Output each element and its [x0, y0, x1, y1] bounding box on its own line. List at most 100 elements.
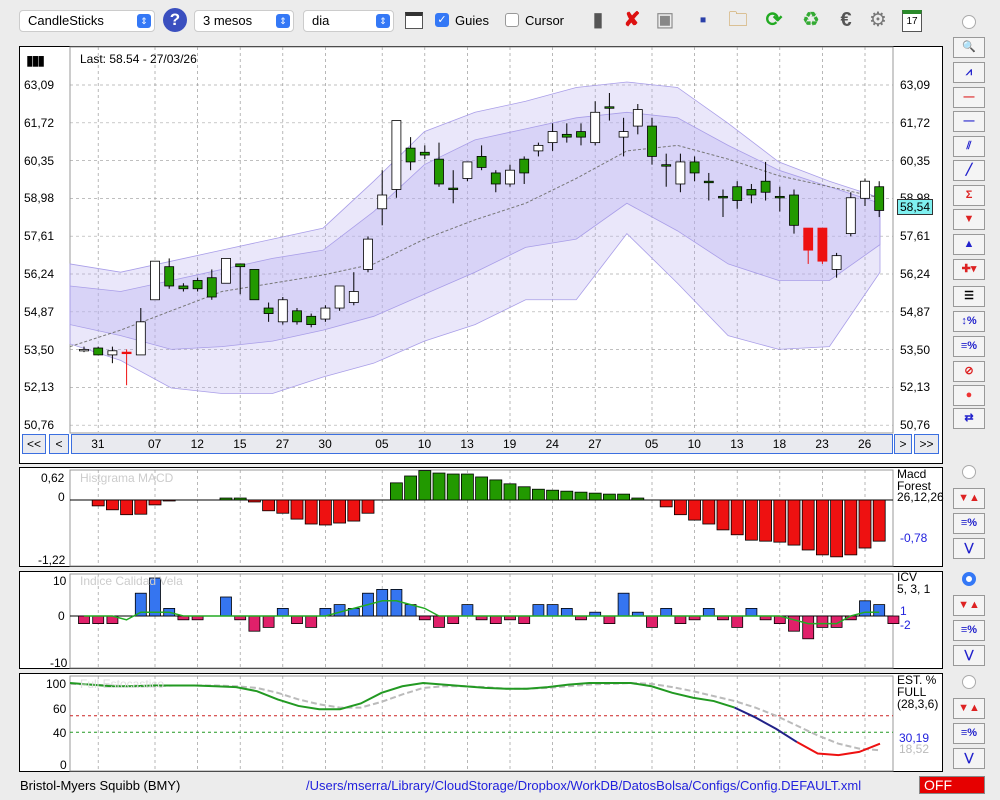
add-signal-icon[interactable]: ✚▾ — [953, 259, 985, 280]
bars-icon: ▮▮▮ — [26, 52, 45, 68]
lines-percent-icon[interactable]: ≡% — [953, 513, 985, 534]
macd-bar — [134, 499, 148, 515]
macd-bar — [233, 497, 247, 501]
candle — [604, 106, 615, 109]
off-toggle[interactable]: OFF — [919, 776, 985, 794]
icv-min-label: -10 — [50, 656, 68, 670]
fibonacci-icon[interactable]: Σ — [953, 185, 985, 206]
nav-first-button[interactable]: << — [22, 434, 46, 454]
indicator-icon[interactable]: ⩘ — [953, 62, 985, 83]
price-axis-label: 54,87 — [900, 304, 931, 319]
grid-lines-icon[interactable]: ☰ — [953, 286, 985, 307]
price-axis-label: 56,24 — [900, 267, 931, 281]
macd-min-label: -1,22 — [38, 553, 66, 567]
stoch-title: Full Estocastico — [80, 677, 165, 691]
stoch-tick: 100 — [46, 677, 67, 691]
swap-icon[interactable]: ⇄ — [953, 408, 985, 429]
price-axis-label: 60,35 — [24, 153, 55, 168]
date-label: 27 — [275, 437, 290, 451]
candle — [561, 133, 572, 138]
zoom-icon[interactable]: 🔍 — [953, 37, 985, 58]
price-axis-label: 61,72 — [900, 115, 931, 130]
signal-arrows-icon[interactable]: ▼▲ — [953, 488, 985, 509]
macd-bar — [247, 499, 261, 503]
candle — [845, 197, 856, 235]
icv-bar — [873, 604, 886, 617]
icv-bar — [887, 615, 900, 624]
plot-border — [69, 573, 894, 669]
no-entry-icon[interactable]: ⊘ — [953, 361, 985, 382]
trend-line-icon[interactable]: ╱ — [953, 160, 985, 181]
nav-prev-button[interactable]: < — [49, 434, 69, 454]
macd-bar — [560, 490, 574, 501]
candle — [320, 307, 331, 320]
buy-arrow-icon[interactable]: ▲ — [953, 234, 985, 255]
candle — [306, 315, 317, 325]
candle — [249, 269, 260, 301]
price-axis-label: 57,61 — [24, 229, 55, 244]
candle — [263, 307, 274, 314]
config-path[interactable]: /Users/mserra/Library/CloudStorage/Dropb… — [306, 778, 861, 793]
candle — [206, 277, 217, 298]
stoch-tick: 60 — [53, 702, 67, 716]
icv-bar — [220, 596, 232, 617]
macd-bar — [148, 499, 162, 506]
candle — [547, 131, 558, 144]
signal-arrows-icon[interactable]: ▼▲ — [953, 595, 985, 616]
macd-bar — [844, 499, 858, 556]
sell-arrow-icon[interactable]: ▼ — [953, 209, 985, 230]
macd-bar — [318, 499, 332, 526]
scale-percent-icon[interactable]: ↕% — [953, 311, 985, 332]
candle — [107, 350, 118, 356]
candle — [661, 164, 672, 167]
date-label: 10 — [687, 437, 701, 451]
panel-select-radio[interactable] — [962, 572, 976, 586]
candle — [618, 131, 629, 138]
macd-bar — [745, 499, 758, 541]
candle — [277, 299, 288, 323]
price-axis-label: 63,09 — [900, 78, 931, 92]
macd-bar — [162, 499, 176, 502]
price-axis-label: 53,50 — [24, 342, 55, 357]
horizontal-blue-line-icon[interactable]: — — [953, 111, 985, 132]
macd-bar — [347, 499, 361, 522]
date-label: 27 — [588, 437, 602, 451]
record-icon[interactable]: ● — [953, 385, 985, 406]
candle — [150, 260, 160, 301]
channel-icon[interactable]: ⫽ — [953, 136, 985, 157]
candle — [533, 144, 544, 152]
icv-bar — [674, 615, 687, 624]
lines-percent-icon[interactable]: ≡% — [953, 723, 985, 744]
macd-bar — [759, 499, 772, 542]
macd-bar — [432, 472, 446, 501]
candle — [334, 285, 345, 309]
candle — [292, 310, 302, 323]
macd-bar — [716, 499, 730, 531]
macd-bar — [773, 499, 787, 543]
macd-params: 26,12,26 — [897, 490, 944, 504]
price-axis-label: 52,13 — [900, 380, 931, 395]
crossing-lines-icon[interactable]: ⋁ — [953, 645, 985, 666]
candle — [874, 186, 885, 211]
macd-bar — [574, 491, 588, 501]
icv-bar — [546, 604, 559, 617]
panel-select-radio[interactable] — [962, 675, 976, 689]
macd-bar — [801, 499, 815, 551]
panel-select-radio[interactable] — [962, 465, 976, 479]
candle — [405, 147, 416, 163]
crossing-lines-icon[interactable]: ⋁ — [953, 538, 985, 559]
macd-bar — [588, 492, 602, 501]
nav-next-button[interactable]: > — [894, 434, 912, 454]
crossing-lines-icon[interactable]: ⋁ — [953, 748, 985, 769]
candle — [135, 321, 146, 356]
price-axis-label: 57,61 — [900, 229, 931, 244]
horizontal-red-line-icon[interactable]: — — [953, 87, 985, 108]
nav-last-button[interactable]: >> — [914, 434, 939, 454]
lines-percent-icon[interactable]: ≡% — [953, 336, 985, 357]
candle — [817, 227, 828, 262]
icv-bar — [731, 615, 744, 628]
signal-arrows-icon[interactable]: ▼▲ — [953, 698, 985, 719]
date-label: 05 — [375, 437, 389, 451]
lines-percent-icon[interactable]: ≡% — [953, 620, 985, 641]
macd-value: -0,78 — [900, 531, 928, 545]
